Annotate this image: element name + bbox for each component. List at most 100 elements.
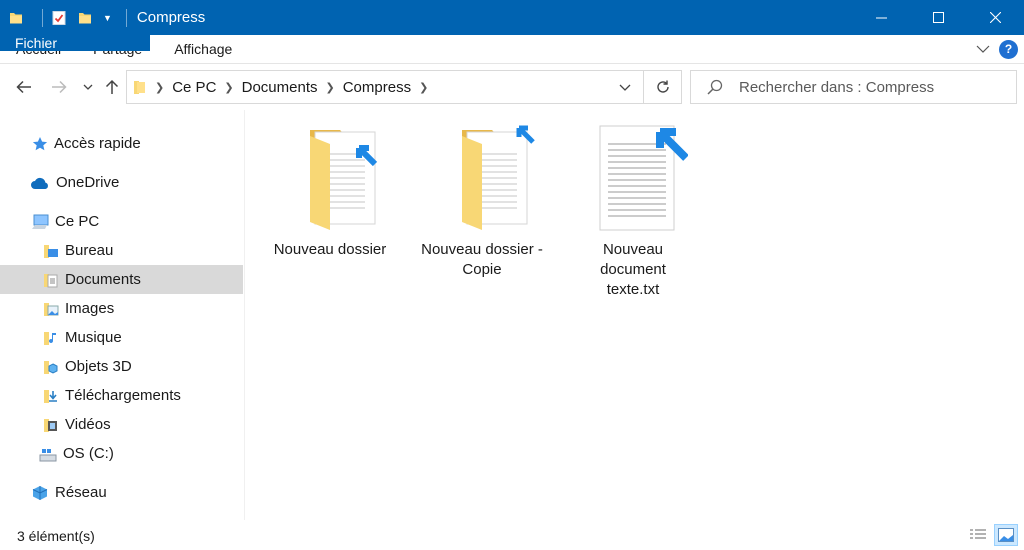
- quick-access-toolbar: ▼ Compress: [0, 0, 205, 35]
- breadcrumb-ce-pc[interactable]: Ce PC: [172, 79, 216, 96]
- navigation-pane: Accès rapide OneDrive Ce PC Bureau Docum…: [0, 110, 245, 520]
- window-title: Compress: [136, 9, 206, 26]
- breadcrumb-separator-icon[interactable]: ❯: [419, 81, 428, 94]
- sidebar-item-label: OneDrive: [56, 174, 120, 191]
- search-input[interactable]: Rechercher dans : Compress: [739, 79, 934, 96]
- arrow-left-icon: [16, 80, 31, 94]
- tab-affichage[interactable]: Affichage: [158, 35, 248, 63]
- recent-locations-button[interactable]: [76, 75, 100, 99]
- sidebar-item-label: Documents: [65, 271, 141, 288]
- sidebar-item-musique[interactable]: Musique: [0, 323, 243, 352]
- chevron-down-icon: [83, 84, 93, 90]
- sidebar-item-telechargements[interactable]: Téléchargements: [0, 381, 243, 410]
- sidebar-item-label: Réseau: [55, 484, 107, 501]
- sidebar-item-bureau[interactable]: Bureau: [0, 236, 243, 265]
- maximize-button[interactable]: [910, 0, 967, 35]
- computer-icon: [32, 214, 49, 229]
- customize-quick-access-icon[interactable]: ▼: [103, 13, 112, 23]
- sidebar-item-documents[interactable]: Documents: [0, 265, 243, 294]
- sidebar-item-images[interactable]: Images: [0, 294, 243, 323]
- arrow-right-icon: [52, 80, 67, 94]
- arrow-up-icon: [105, 79, 119, 94]
- drive-icon: [39, 448, 57, 461]
- minimize-button[interactable]: [853, 0, 910, 35]
- sidebar-item-label: Objets 3D: [65, 358, 132, 375]
- search-box[interactable]: Rechercher dans : Compress: [690, 70, 1017, 104]
- separator: [125, 8, 127, 27]
- desktop-folder-icon: [44, 244, 58, 258]
- ribbon-right: ?: [973, 39, 1018, 59]
- file-name: Nouveau dossier: [273, 241, 387, 258]
- expand-ribbon-button[interactable]: [973, 39, 993, 59]
- address-bar[interactable]: ❯ Ce PC ❯ Documents ❯ Compress ❯: [126, 70, 682, 104]
- file-item[interactable]: Nouveau dossier: [255, 124, 405, 260]
- sidebar-item-label: Téléchargements: [65, 387, 181, 404]
- sidebar-item-objets-3d[interactable]: Objets 3D: [0, 352, 243, 381]
- large-icons-view-icon: [998, 528, 1014, 542]
- details-view-button[interactable]: [966, 524, 990, 546]
- pictures-folder-icon: [44, 302, 59, 316]
- sidebar-item-label: Vidéos: [65, 416, 111, 433]
- new-folder-icon[interactable]: [77, 10, 93, 26]
- back-button[interactable]: [12, 75, 36, 99]
- forward-button[interactable]: [47, 75, 71, 99]
- sidebar-item-label: Accès rapide: [54, 135, 141, 152]
- large-icons-view-button[interactable]: [994, 524, 1018, 546]
- sidebar-item-reseau[interactable]: Réseau: [0, 478, 243, 507]
- file-item[interactable]: Nouveau document texte.txt: [558, 124, 708, 300]
- documents-folder-icon: [44, 273, 58, 287]
- objects3d-folder-icon: [44, 360, 58, 374]
- properties-icon[interactable]: [51, 10, 67, 26]
- title-bar: ▼ Compress: [0, 0, 1024, 35]
- star-icon: [32, 136, 48, 150]
- sidebar-item-label: Musique: [65, 329, 122, 346]
- compressed-folder-icon: [310, 130, 378, 230]
- breadcrumb-compress[interactable]: Compress: [343, 79, 411, 96]
- address-history-button[interactable]: [610, 71, 640, 103]
- sidebar-item-acces-rapide[interactable]: Accès rapide: [0, 129, 243, 158]
- view-toggle: [962, 524, 1018, 546]
- folder-icon: [10, 12, 22, 23]
- compressed-text-file-icon: [599, 125, 689, 231]
- cloud-icon: [31, 177, 48, 189]
- tab-fichier[interactable]: Fichier: [0, 35, 150, 51]
- videos-folder-icon: [44, 418, 57, 432]
- sidebar-item-label: OS (C:): [63, 445, 114, 462]
- breadcrumb-documents[interactable]: Documents: [242, 79, 318, 96]
- sidebar-item-label: Images: [65, 300, 115, 317]
- minimize-icon: [876, 17, 887, 19]
- refresh-icon: [656, 80, 669, 93]
- breadcrumb-separator-icon[interactable]: ❯: [326, 81, 335, 94]
- file-view: Nouveau dossier Nouveau dossier - Copie …: [246, 110, 1024, 520]
- file-name: Nouveau dossier - Copie: [421, 241, 543, 278]
- breadcrumb-separator-icon[interactable]: ❯: [155, 81, 164, 94]
- downloads-folder-icon: [44, 389, 57, 403]
- status-bar: 3 élément(s): [0, 521, 1024, 550]
- item-count: 3 élément(s): [17, 527, 95, 544]
- sidebar-item-onedrive[interactable]: OneDrive: [0, 168, 243, 197]
- breadcrumb-separator-icon[interactable]: ❯: [224, 81, 233, 94]
- folder-icon: [134, 81, 145, 94]
- chevron-down-icon: [976, 45, 990, 53]
- sidebar-item-ce-pc[interactable]: Ce PC: [0, 207, 243, 236]
- chevron-down-icon: [619, 84, 631, 91]
- ribbon-tabs: Fichier Accueil Partage Affichage ?: [0, 35, 1024, 64]
- sidebar-item-os-c[interactable]: OS (C:): [0, 439, 243, 468]
- compressed-folder-icon: [462, 125, 535, 230]
- refresh-button[interactable]: [643, 71, 681, 103]
- sidebar-item-label: Ce PC: [55, 213, 100, 230]
- list-view-icon: [970, 529, 986, 539]
- file-item[interactable]: Nouveau dossier - Copie: [407, 124, 557, 280]
- music-folder-icon: [44, 331, 56, 345]
- network-icon: [32, 485, 48, 500]
- search-icon: [707, 79, 723, 95]
- help-button[interactable]: ?: [999, 39, 1018, 59]
- separator: [42, 8, 43, 27]
- sidebar-item-label: Bureau: [65, 242, 114, 259]
- maximize-icon: [933, 12, 944, 23]
- sidebar-item-videos[interactable]: Vidéos: [0, 410, 243, 439]
- file-name: Nouveau document texte.txt: [600, 241, 666, 298]
- up-button[interactable]: [100, 75, 124, 99]
- close-button[interactable]: [967, 0, 1024, 35]
- window-controls: [853, 0, 1024, 35]
